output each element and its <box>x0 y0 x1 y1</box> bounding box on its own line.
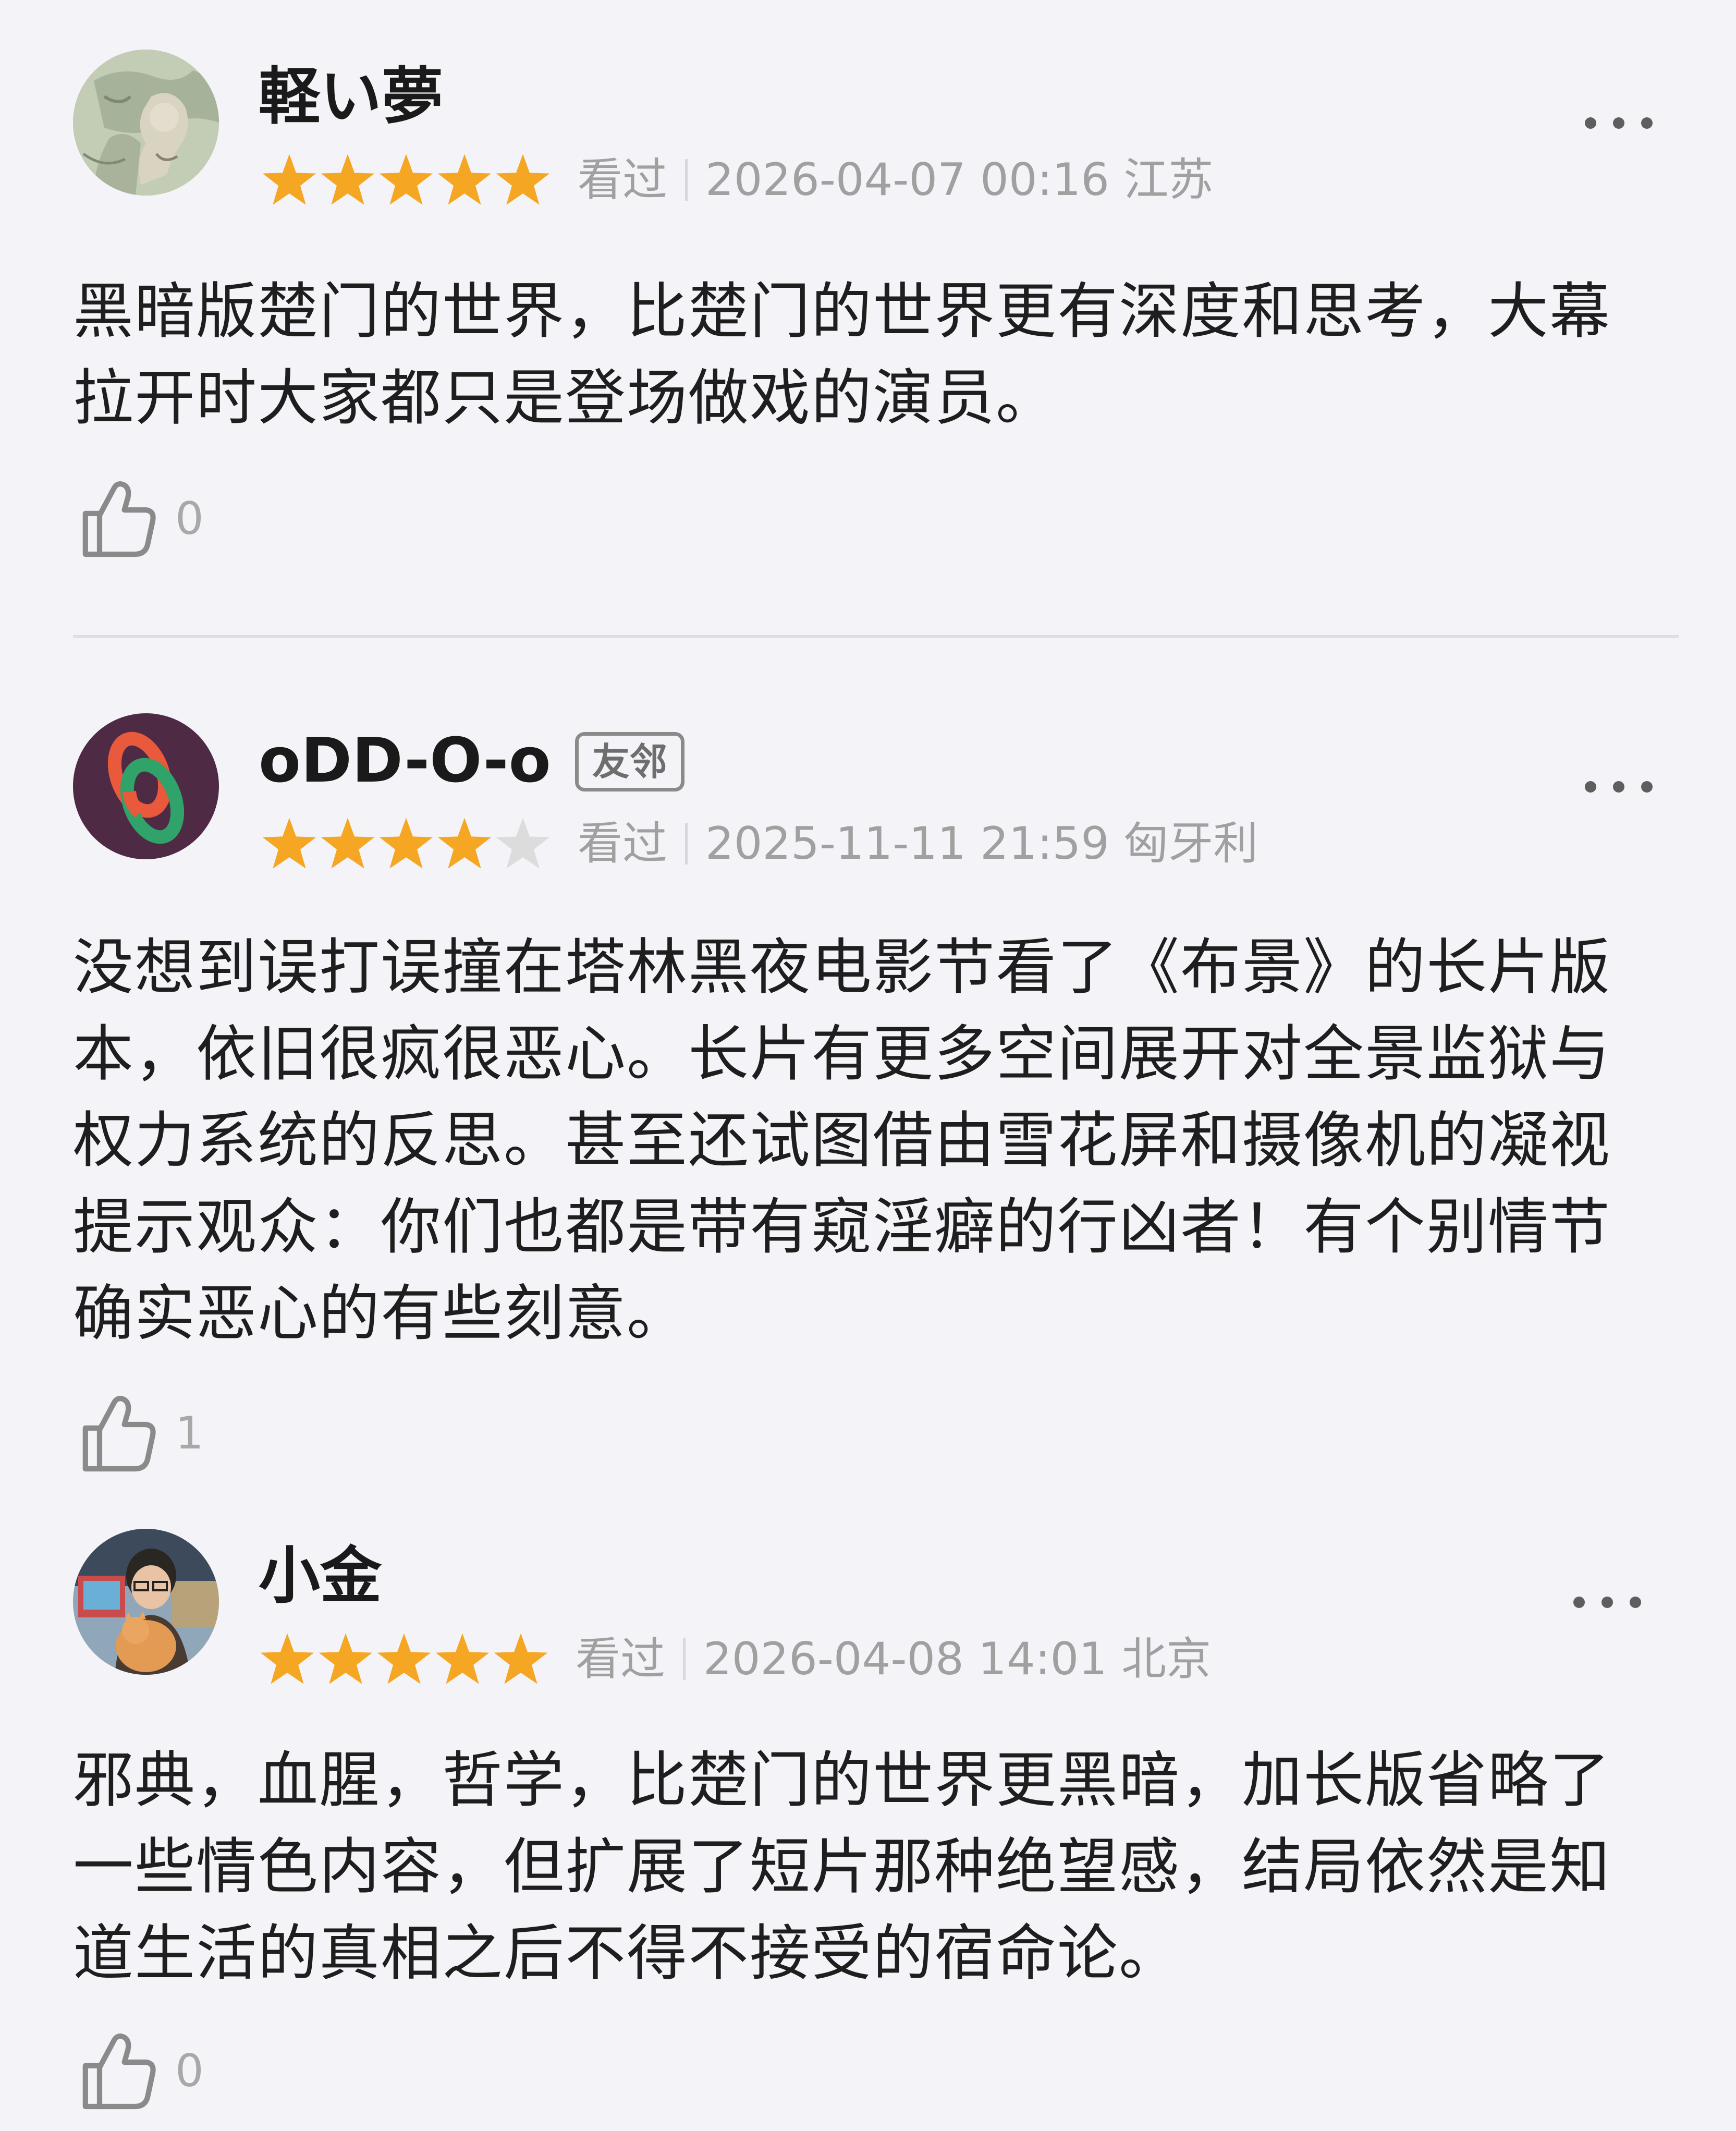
user-avatar[interactable] <box>73 1529 219 1675</box>
like-count: 1 <box>175 1407 204 1459</box>
thumbs-up-icon <box>73 2027 162 2115</box>
review-datetime-location: 2026-04-08 14:01 北京 <box>703 1633 1212 1685</box>
review-meta: 看过 2025-11-11 21:59 匈牙利 <box>261 812 1258 875</box>
more-dots-icon[interactable] <box>1585 781 1653 793</box>
star-filled-icon <box>375 1630 433 1688</box>
star-filled-icon <box>319 815 376 872</box>
user-avatar[interactable] <box>73 713 219 859</box>
star-filled-icon <box>434 1630 491 1688</box>
review-datetime-location: 2025-11-11 21:59 匈牙利 <box>705 818 1258 870</box>
like-count: 0 <box>175 2045 204 2097</box>
user-avatar[interactable] <box>73 50 219 196</box>
star-filled-icon <box>436 815 493 872</box>
watch-status: 看过 <box>578 818 667 870</box>
meta-separator <box>685 159 688 201</box>
like-button[interactable]: 0 <box>73 469 204 568</box>
star-filled-icon <box>261 815 318 872</box>
star-filled-icon <box>319 151 376 209</box>
more-dots-icon[interactable] <box>1585 117 1653 129</box>
star-filled-icon <box>492 1630 549 1688</box>
username[interactable]: 小金 <box>259 1539 382 1612</box>
meta-separator <box>683 1638 686 1680</box>
review-text: 黑暗版楚门的世界，比楚门的世界更有深度和思考，大幕拉开时大家都只是登场做戏的演员… <box>73 276 1611 433</box>
chain-link-avatar-icon <box>73 713 219 859</box>
username[interactable]: 軽い夢 <box>259 60 443 133</box>
review-meta: 看过 2026-04-07 00:16 江苏 <box>261 149 1213 211</box>
meta-separator <box>685 823 688 864</box>
thumbs-up-icon <box>73 474 162 563</box>
star-filled-icon <box>494 151 552 209</box>
star-filled-icon <box>261 151 318 209</box>
star-empty-icon <box>494 815 552 872</box>
watch-status: 看过 <box>578 154 667 206</box>
thumbs-up-icon <box>73 1389 162 1478</box>
sketch-avatar-icon <box>73 50 219 196</box>
person-with-cat-avatar-icon <box>73 1529 219 1675</box>
review-datetime-location: 2026-04-07 00:16 江苏 <box>705 154 1214 206</box>
star-filled-icon <box>317 1630 374 1688</box>
review-divider <box>73 635 1679 638</box>
star-filled-icon <box>259 1630 316 1688</box>
star-rating <box>261 812 553 875</box>
star-filled-icon <box>436 151 493 209</box>
star-rating <box>261 149 553 211</box>
like-count: 0 <box>175 493 204 545</box>
username[interactable]: oDD-O-o <box>259 724 551 797</box>
like-button[interactable]: 0 <box>73 2022 204 2121</box>
friend-badge: 友邻 <box>574 732 684 791</box>
star-rating <box>259 1628 551 1690</box>
review-text: 邪典，血腥，哲学，比楚门的世界更黑暗，加长版省略了一些情色内容，但扩展了短片那种… <box>73 1745 1611 1989</box>
review-text: 没想到误打误撞在塔林黑夜电影节看了《布景》的长片版本，依旧很疯很恶心。长片有更多… <box>73 932 1611 1349</box>
review-meta: 看过 2026-04-08 14:01 北京 <box>259 1628 1211 1690</box>
star-filled-icon <box>377 151 435 209</box>
star-filled-icon <box>377 815 435 872</box>
more-dots-icon[interactable] <box>1573 1597 1641 1608</box>
like-button[interactable]: 1 <box>73 1384 204 1483</box>
watch-status: 看过 <box>576 1633 665 1685</box>
